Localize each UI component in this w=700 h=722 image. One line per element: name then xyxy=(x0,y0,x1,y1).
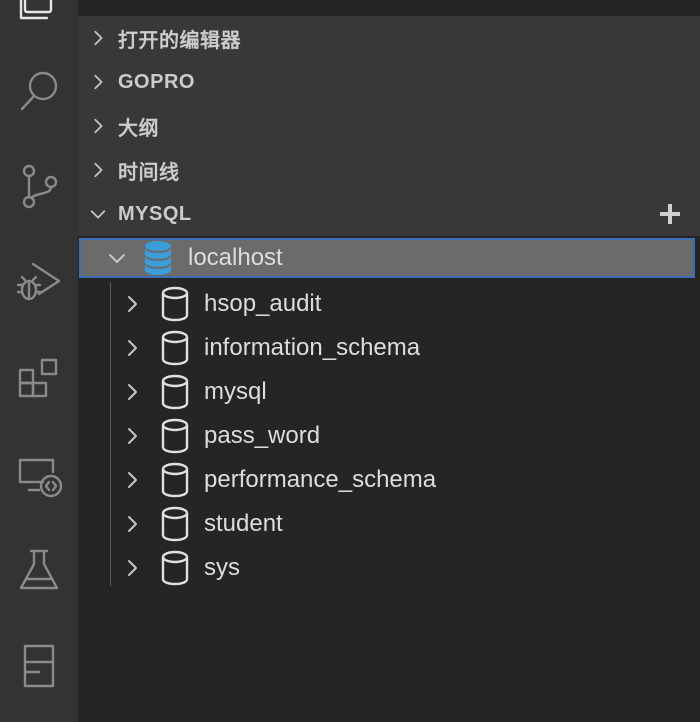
tree-item-database[interactable]: hsop_audit xyxy=(78,282,700,326)
extensions-icon[interactable] xyxy=(0,348,78,408)
tree-item-database[interactable]: information_schema xyxy=(78,326,700,370)
tree-item-localhost[interactable]: localhost xyxy=(79,238,695,278)
chevron-right-icon xyxy=(120,424,144,448)
database-label: information_schema xyxy=(204,334,421,361)
remote-explorer-icon[interactable] xyxy=(0,446,78,506)
database-cylinder-icon xyxy=(160,374,190,414)
database-label: pass_word xyxy=(204,422,321,449)
section-timeline[interactable]: 时间线 xyxy=(78,148,700,192)
section-label: 时间线 xyxy=(118,161,180,184)
database-label: sys xyxy=(204,554,240,581)
chevron-right-icon xyxy=(120,468,144,492)
tree-item-database[interactable]: sys xyxy=(78,546,700,590)
chevron-right-icon xyxy=(78,29,118,47)
search-icon[interactable] xyxy=(0,60,78,120)
database-cylinder-icon xyxy=(160,550,190,590)
database-cylinder-icon xyxy=(160,330,190,370)
section-gopro[interactable]: GOPRO xyxy=(78,60,700,104)
chevron-right-icon xyxy=(120,512,144,536)
chevron-right-icon xyxy=(78,73,118,91)
plus-icon xyxy=(660,204,680,224)
chevron-right-icon xyxy=(78,117,118,135)
database-label: performance_schema xyxy=(204,466,437,493)
sidebar: 打开的编辑器 GOPRO 大纲 时间线 MYSQL localhost hsop… xyxy=(78,0,700,722)
database-label: mysql xyxy=(204,378,267,405)
section-mysql[interactable]: MYSQL xyxy=(78,192,700,236)
section-open-editors[interactable]: 打开的编辑器 xyxy=(78,16,700,60)
source-control-icon[interactable] xyxy=(0,156,78,216)
database-label: student xyxy=(204,510,283,537)
section-label: GOPRO xyxy=(118,70,195,93)
tree-item-database[interactable]: pass_word xyxy=(78,414,700,458)
database-cylinder-icon xyxy=(160,286,190,326)
activity-bar xyxy=(0,0,78,722)
explorer-icon[interactable] xyxy=(0,0,78,38)
database-cylinder-icon xyxy=(160,506,190,546)
sidebar-top-strip xyxy=(78,0,700,16)
chevron-right-icon xyxy=(120,380,144,404)
chevron-down-icon xyxy=(78,205,118,223)
tree-item-database[interactable]: student xyxy=(78,502,700,546)
database-icon[interactable] xyxy=(0,636,78,696)
tree-item-database[interactable]: performance_schema xyxy=(78,458,700,502)
section-label: 打开的编辑器 xyxy=(118,29,241,52)
add-connection-button[interactable] xyxy=(658,202,682,226)
chevron-right-icon xyxy=(120,292,144,316)
database-cylinder-icon xyxy=(160,462,190,502)
section-label: MYSQL xyxy=(118,202,192,225)
database-stack-icon xyxy=(143,240,173,280)
database-cylinder-icon xyxy=(160,418,190,458)
chevron-right-icon xyxy=(120,336,144,360)
section-outline[interactable]: 大纲 xyxy=(78,104,700,148)
chevron-down-icon xyxy=(105,246,129,270)
database-label: hsop_audit xyxy=(204,290,322,317)
run-debug-icon[interactable] xyxy=(0,252,78,312)
chevron-right-icon xyxy=(120,556,144,580)
connection-label: localhost xyxy=(188,244,283,271)
section-label: 大纲 xyxy=(118,117,159,140)
testing-icon[interactable] xyxy=(0,540,78,600)
chevron-right-icon xyxy=(78,161,118,179)
tree-item-database[interactable]: mysql xyxy=(78,370,700,414)
